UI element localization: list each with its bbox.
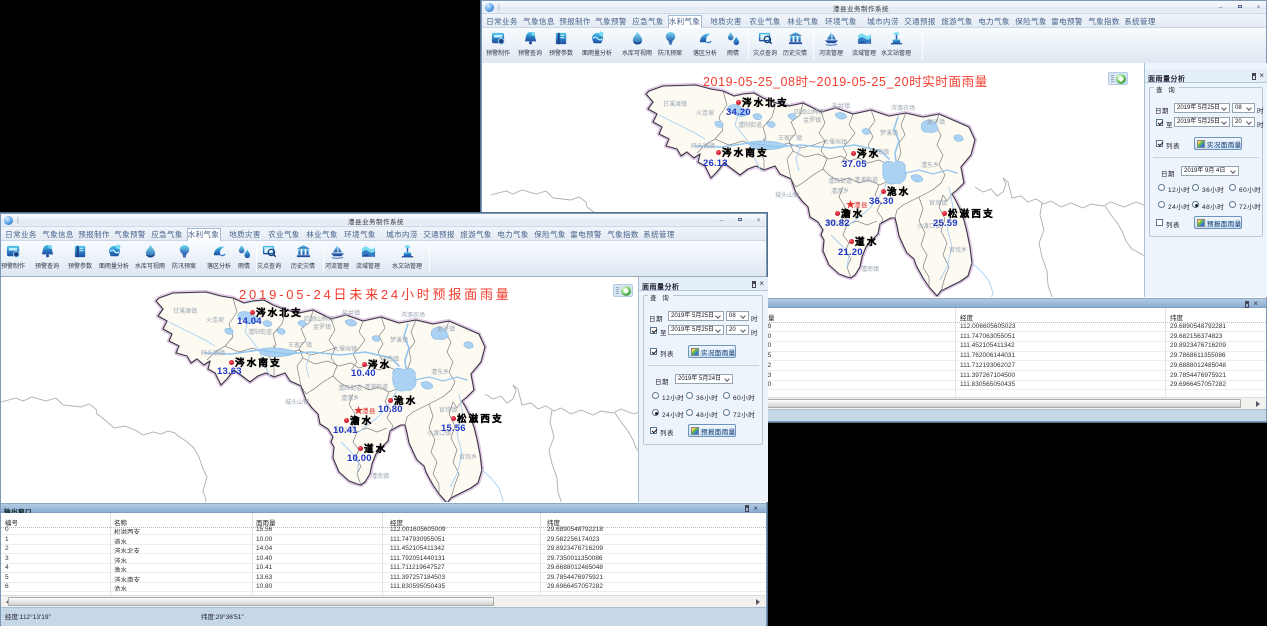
svg-text:码头铺镇: 码头铺镇 <box>691 142 715 150</box>
svg-text:澧浦街道: 澧浦街道 <box>854 176 878 184</box>
svg-text:澧西街道: 澧西街道 <box>828 177 852 185</box>
svg-text:官垸乡: 官垸乡 <box>949 246 967 254</box>
svg-text:官垸镇: 官垸镇 <box>439 406 457 414</box>
svg-text:澧澹乡: 澧澹乡 <box>831 187 849 195</box>
svg-text:大堰垱镇: 大堰垱镇 <box>333 345 357 353</box>
svg-text:澧东乡: 澧东乡 <box>431 368 449 376</box>
svg-text:城头山镇: 城头山镇 <box>775 191 799 199</box>
svg-text:复兴镇: 复兴镇 <box>437 325 455 333</box>
svg-text:盐井镇: 盐井镇 <box>342 309 360 317</box>
svg-text:城头山镇: 城头山镇 <box>285 398 309 406</box>
svg-text:澧阳街道: 澧阳街道 <box>248 328 272 336</box>
svg-text:官垸乡: 官垸乡 <box>459 453 477 461</box>
svg-text:甘溪滩镇: 甘溪滩镇 <box>663 100 687 108</box>
svg-text:甘溪滩镇: 甘溪滩镇 <box>173 307 197 315</box>
svg-text:王家厂镇: 王家厂镇 <box>778 134 802 142</box>
svg-text:金罗镇: 金罗镇 <box>803 116 821 124</box>
svg-text:码头铺镇: 码头铺镇 <box>201 349 225 357</box>
svg-text:梦溪镇: 梦溪镇 <box>880 129 898 137</box>
svg-text:澧阳街道: 澧阳街道 <box>738 121 762 129</box>
svg-text:火连坡: 火连坡 <box>696 109 714 117</box>
svg-text:澧澹乡: 澧澹乡 <box>341 394 359 402</box>
svg-text:四顾山林场: 四顾山林场 <box>304 315 334 323</box>
svg-text:四顾山林场: 四顾山林场 <box>794 108 824 116</box>
svg-text:澧西街道: 澧西街道 <box>338 384 362 392</box>
svg-text:澧东乡: 澧东乡 <box>921 161 939 169</box>
svg-text:梦溪镇: 梦溪镇 <box>390 336 408 344</box>
svg-text:官垸镇: 官垸镇 <box>929 199 947 207</box>
svg-text:澧浦街道: 澧浦街道 <box>364 383 388 391</box>
svg-text:王家厂镇: 王家厂镇 <box>288 341 312 349</box>
svg-text:金罗镇: 金罗镇 <box>313 323 331 331</box>
svg-text:涔澹农场: 涔澹农场 <box>401 311 425 319</box>
svg-text:复兴镇: 复兴镇 <box>927 118 945 126</box>
svg-text:澧南镇: 澧南镇 <box>861 265 879 273</box>
svg-text:盐井镇: 盐井镇 <box>832 102 850 110</box>
svg-text:火连坡: 火连坡 <box>206 316 224 324</box>
svg-text:涔澹农场: 涔澹农场 <box>891 104 915 112</box>
svg-text:大堰垱镇: 大堰垱镇 <box>823 138 847 146</box>
svg-text:澧南镇: 澧南镇 <box>371 472 389 480</box>
